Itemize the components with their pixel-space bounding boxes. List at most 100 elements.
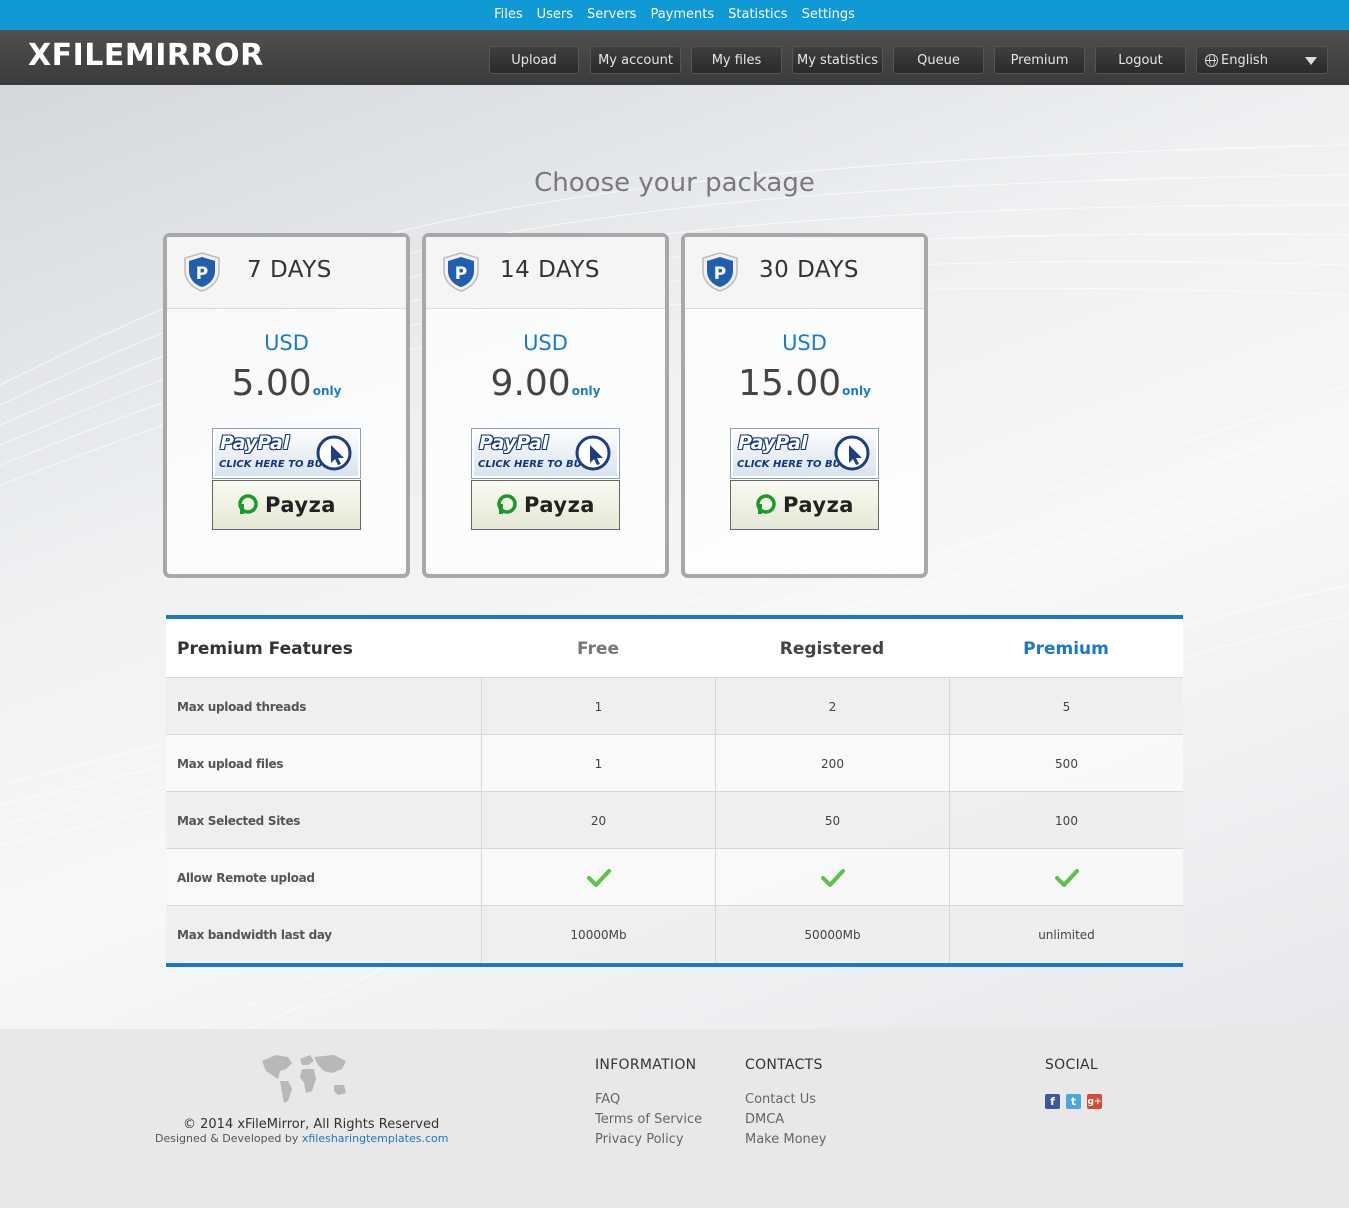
admin-nav-users[interactable]: Users <box>530 0 580 30</box>
package-currency: USD <box>782 331 827 355</box>
google-plus-icon[interactable]: g+ <box>1087 1094 1102 1109</box>
payza-buy-button[interactable]: Payza <box>471 480 620 530</box>
checkmark-icon <box>820 868 845 887</box>
footer-link-privacy[interactable]: Privacy Policy <box>595 1132 684 1147</box>
nav-my-statistics-button[interactable]: My statistics <box>792 46 883 74</box>
facebook-icon[interactable]: f <box>1045 1094 1060 1109</box>
designer-link[interactable]: xfilesharingtemplates.com <box>302 1132 449 1145</box>
cell-registered: 200 <box>715 735 949 792</box>
cell-registered: 50000Mb <box>715 906 949 963</box>
package-days: 14 DAYS <box>500 257 600 283</box>
package-price: 9.00only <box>426 363 665 404</box>
payza-label: Payza <box>524 493 595 517</box>
checkmark-icon <box>586 868 611 887</box>
price-value: 9.00 <box>490 363 571 404</box>
cell-registered <box>715 849 949 906</box>
package-price: 5.00only <box>167 363 406 404</box>
paypal-logo: PayPal <box>220 432 290 454</box>
twitter-icon[interactable]: t <box>1066 1094 1081 1109</box>
cursor-click-icon <box>834 435 870 471</box>
features-table-header: Premium Features Free Registered Premium <box>166 619 1183 677</box>
admin-nav-settings[interactable]: Settings <box>795 0 862 30</box>
admin-bar: Files Users Servers Payments Statistics … <box>0 0 1349 30</box>
features-table: Premium Features Free Registered Premium… <box>166 615 1183 967</box>
package-header: P 7 DAYS <box>167 237 406 309</box>
row-label: Allow Remote upload <box>177 870 315 885</box>
designed-by-prefix: Designed & Developed by <box>155 1132 302 1145</box>
payza-buy-button[interactable]: Payza <box>730 480 879 530</box>
cell-free <box>481 849 715 906</box>
price-value: 15.00 <box>738 363 842 404</box>
header-registered: Registered <box>779 639 885 659</box>
footer-link-terms[interactable]: Terms of Service <box>595 1112 702 1127</box>
payza-label: Payza <box>265 493 336 517</box>
package-currency: USD <box>523 331 568 355</box>
language-select[interactable]: English <box>1196 46 1328 74</box>
payza-logo-icon <box>238 494 258 514</box>
nav-my-account-button[interactable]: My account <box>590 46 681 74</box>
site-logo[interactable]: XFILEMIRROR <box>28 38 264 73</box>
cell-premium: unlimited <box>949 906 1183 963</box>
paypal-buy-button[interactable]: PayPal CLICK HERE TO BUY <box>471 428 620 479</box>
language-label: English <box>1221 52 1268 68</box>
table-row: Max upload files 1 200 500 <box>166 734 1183 792</box>
admin-nav-statistics[interactable]: Statistics <box>721 0 794 30</box>
package-card-7-days: P 7 DAYS USD 5.00only PayPal CLICK HERE … <box>163 233 410 578</box>
page-title: Choose your package <box>534 168 815 198</box>
paypal-buy-button[interactable]: PayPal CLICK HERE TO BUY <box>730 428 879 479</box>
package-days: 30 DAYS <box>759 257 859 283</box>
header: XFILEMIRROR Upload My account My files M… <box>0 30 1349 85</box>
cell-free: 10000Mb <box>481 906 715 963</box>
cell-free: 20 <box>481 792 715 849</box>
header-free: Free <box>577 639 619 659</box>
header-premium-features: Premium Features <box>177 639 353 659</box>
admin-nav-payments[interactable]: Payments <box>643 0 721 30</box>
cell-premium: 5 <box>949 678 1183 735</box>
paypal-logo: PayPal <box>479 432 549 454</box>
cell-premium: 100 <box>949 792 1183 849</box>
chevron-down-icon <box>1305 57 1317 65</box>
globe-icon <box>1205 53 1218 67</box>
nav-premium-button[interactable]: Premium <box>994 46 1085 74</box>
row-label: Max bandwidth last day <box>177 927 332 942</box>
price-value: 5.00 <box>231 363 312 404</box>
copyright-text: © 2014 xFileMirror, All Rights Reserved <box>183 1117 440 1132</box>
table-row: Allow Remote upload <box>166 848 1183 906</box>
nav-upload-button[interactable]: Upload <box>489 46 579 74</box>
social-title: SOCIAL <box>1045 1057 1098 1073</box>
package-price: 15.00only <box>685 363 924 404</box>
table-row: Max Selected Sites 20 50 100 <box>166 791 1183 849</box>
nav-logout-button[interactable]: Logout <box>1095 46 1186 74</box>
information-title: INFORMATION <box>595 1057 697 1073</box>
package-days: 7 DAYS <box>247 257 332 283</box>
cell-registered: 50 <box>715 792 949 849</box>
nav-my-files-button[interactable]: My files <box>691 46 782 74</box>
cell-free: 1 <box>481 735 715 792</box>
footer-link-make-money[interactable]: Make Money <box>745 1132 826 1147</box>
cell-premium <box>949 849 1183 906</box>
paypal-logo: PayPal <box>738 432 808 454</box>
package-header: P 30 DAYS <box>685 237 924 309</box>
checkmark-icon <box>1054 868 1079 887</box>
payza-buy-button[interactable]: Payza <box>212 480 361 530</box>
cursor-click-icon <box>316 435 352 471</box>
price-suffix: only <box>571 384 601 398</box>
paypal-buy-button[interactable]: PayPal CLICK HERE TO BUY <box>212 428 361 479</box>
row-label: Max upload files <box>177 756 284 771</box>
header-premium: Premium <box>1023 639 1109 659</box>
price-suffix: only <box>842 384 871 398</box>
cell-free: 1 <box>481 678 715 735</box>
cell-registered: 2 <box>715 678 949 735</box>
footer-link-dmca[interactable]: DMCA <box>745 1112 784 1127</box>
footer-link-faq[interactable]: FAQ <box>595 1092 620 1107</box>
admin-nav-files[interactable]: Files <box>487 0 530 30</box>
nav-queue-button[interactable]: Queue <box>893 46 984 74</box>
package-currency: USD <box>264 331 309 355</box>
table-row: Max upload threads 1 2 5 <box>166 677 1183 735</box>
admin-nav-servers[interactable]: Servers <box>580 0 643 30</box>
payza-logo-icon <box>756 494 776 514</box>
package-card-30-days: P 30 DAYS USD 15.00only PayPal CLICK HER… <box>681 233 928 578</box>
payza-label: Payza <box>783 493 854 517</box>
footer-link-contact[interactable]: Contact Us <box>745 1092 816 1107</box>
row-label: Max upload threads <box>177 699 307 714</box>
